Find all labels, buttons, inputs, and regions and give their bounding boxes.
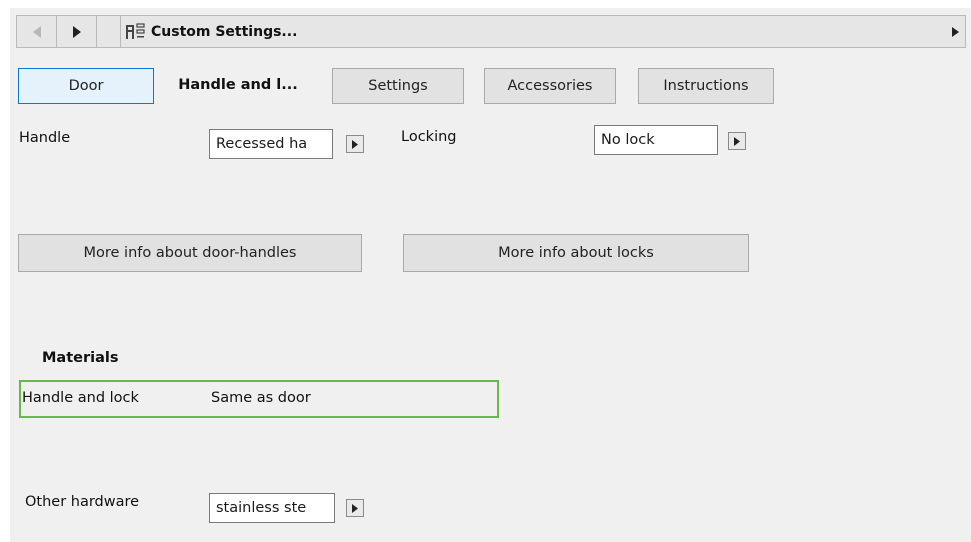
locks-info-button[interactable]: More info about locks [403, 234, 749, 272]
tab-instructions-label: Instructions [663, 78, 749, 94]
back-arrow-icon [32, 25, 41, 38]
tab-accessories[interactable]: Accessories [484, 68, 616, 104]
material-row-value: Same as door [211, 390, 311, 406]
custom-settings-title[interactable]: Custom Settings... [125, 16, 297, 47]
chevron-right-icon [952, 26, 959, 37]
other-hardware-options-button[interactable] [346, 499, 364, 517]
other-hardware-select-value: stainless ste [216, 500, 307, 516]
locks-info-label: More info about locks [498, 245, 654, 261]
handle-options-button[interactable] [346, 135, 364, 153]
header-separator [97, 16, 121, 47]
other-hardware-label: Other hardware [25, 494, 140, 510]
header-bar: Custom Settings... [16, 15, 966, 48]
settings-panel: Custom Settings... Door Handle and l... … [10, 8, 971, 542]
locking-select-value: No lock [601, 132, 655, 148]
locking-label: Locking [401, 129, 457, 145]
tab-settings[interactable]: Settings [332, 68, 464, 104]
materials-heading: Materials [42, 350, 119, 366]
door-handles-info-button[interactable]: More info about door-handles [18, 234, 362, 272]
tab-door-label: Door [68, 78, 104, 94]
handle-label: Handle [19, 130, 71, 146]
custom-settings-icon [126, 22, 145, 39]
material-row-label: Handle and lock [22, 390, 139, 406]
tab-door[interactable]: Door [18, 68, 154, 104]
play-arrow-icon [352, 503, 358, 513]
locking-options-button[interactable] [728, 132, 746, 150]
handle-select-value: Recessed ha [216, 136, 308, 152]
tab-settings-label: Settings [368, 78, 428, 94]
tab-instructions[interactable]: Instructions [638, 68, 774, 104]
tab-handle-and-lock[interactable]: Handle and l... [170, 70, 306, 100]
handle-select[interactable]: Recessed ha [209, 129, 333, 159]
other-hardware-select[interactable]: stainless ste [209, 493, 335, 523]
play-arrow-icon [734, 136, 740, 146]
forward-arrow-icon [72, 25, 81, 38]
door-handles-info-label: More info about door-handles [83, 245, 297, 261]
tab-handle-label: Handle and l... [178, 77, 298, 93]
header-title-text: Custom Settings... [151, 23, 298, 40]
header-menu-button[interactable] [952, 16, 959, 47]
forward-button[interactable] [57, 16, 97, 47]
play-arrow-icon [352, 139, 358, 149]
tab-accessories-label: Accessories [507, 78, 593, 94]
locking-select[interactable]: No lock [594, 125, 718, 155]
material-row[interactable]: Handle and lock Same as door [19, 380, 499, 418]
back-button[interactable] [17, 16, 57, 47]
